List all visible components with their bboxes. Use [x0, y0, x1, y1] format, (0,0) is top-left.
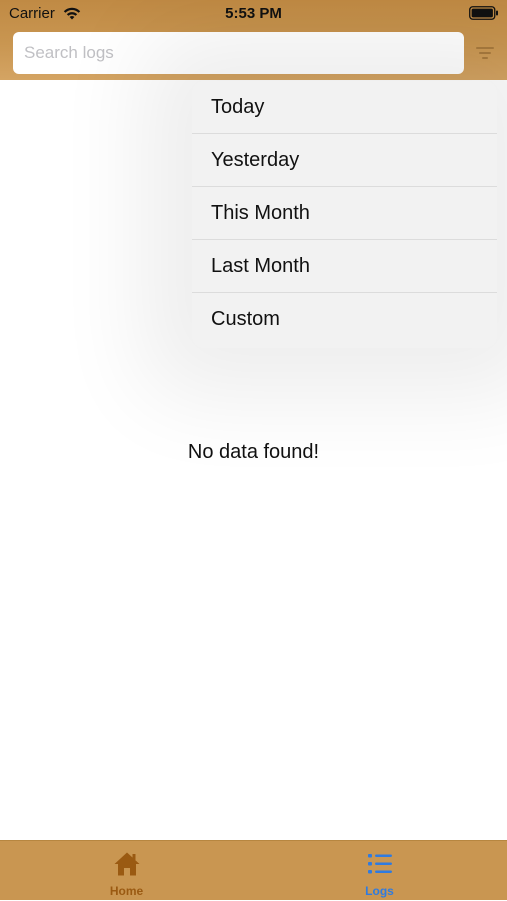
tab-bar: Home Logs — [0, 840, 507, 900]
menu-item-today[interactable]: Today — [192, 81, 497, 134]
filter-icon[interactable] — [474, 44, 496, 62]
tab-home-label: Home — [109, 884, 144, 898]
top-header: Carrier 5:53 PM — [0, 0, 507, 80]
search-input[interactable] — [22, 42, 455, 64]
tab-logs-label: Logs — [365, 884, 394, 898]
clock-time: 5:53 PM — [225, 5, 282, 22]
menu-item-this-month[interactable]: This Month — [192, 187, 497, 240]
home-icon — [114, 852, 139, 876]
menu-item-yesterday[interactable]: Yesterday — [192, 134, 497, 187]
battery-icon — [469, 6, 498, 20]
empty-state-message: No data found! — [187, 441, 320, 463]
menu-item-last-month[interactable]: Last Month — [192, 240, 497, 293]
tab-home[interactable]: Home — [0, 841, 253, 901]
list-icon — [367, 854, 392, 874]
date-filter-menu: Today Yesterday This Month Last Month Cu… — [192, 81, 497, 348]
search-field[interactable] — [13, 32, 464, 74]
status-bar: Carrier 5:53 PM — [0, 0, 507, 28]
menu-item-custom[interactable]: Custom — [192, 293, 497, 346]
tab-logs[interactable]: Logs — [253, 841, 506, 901]
